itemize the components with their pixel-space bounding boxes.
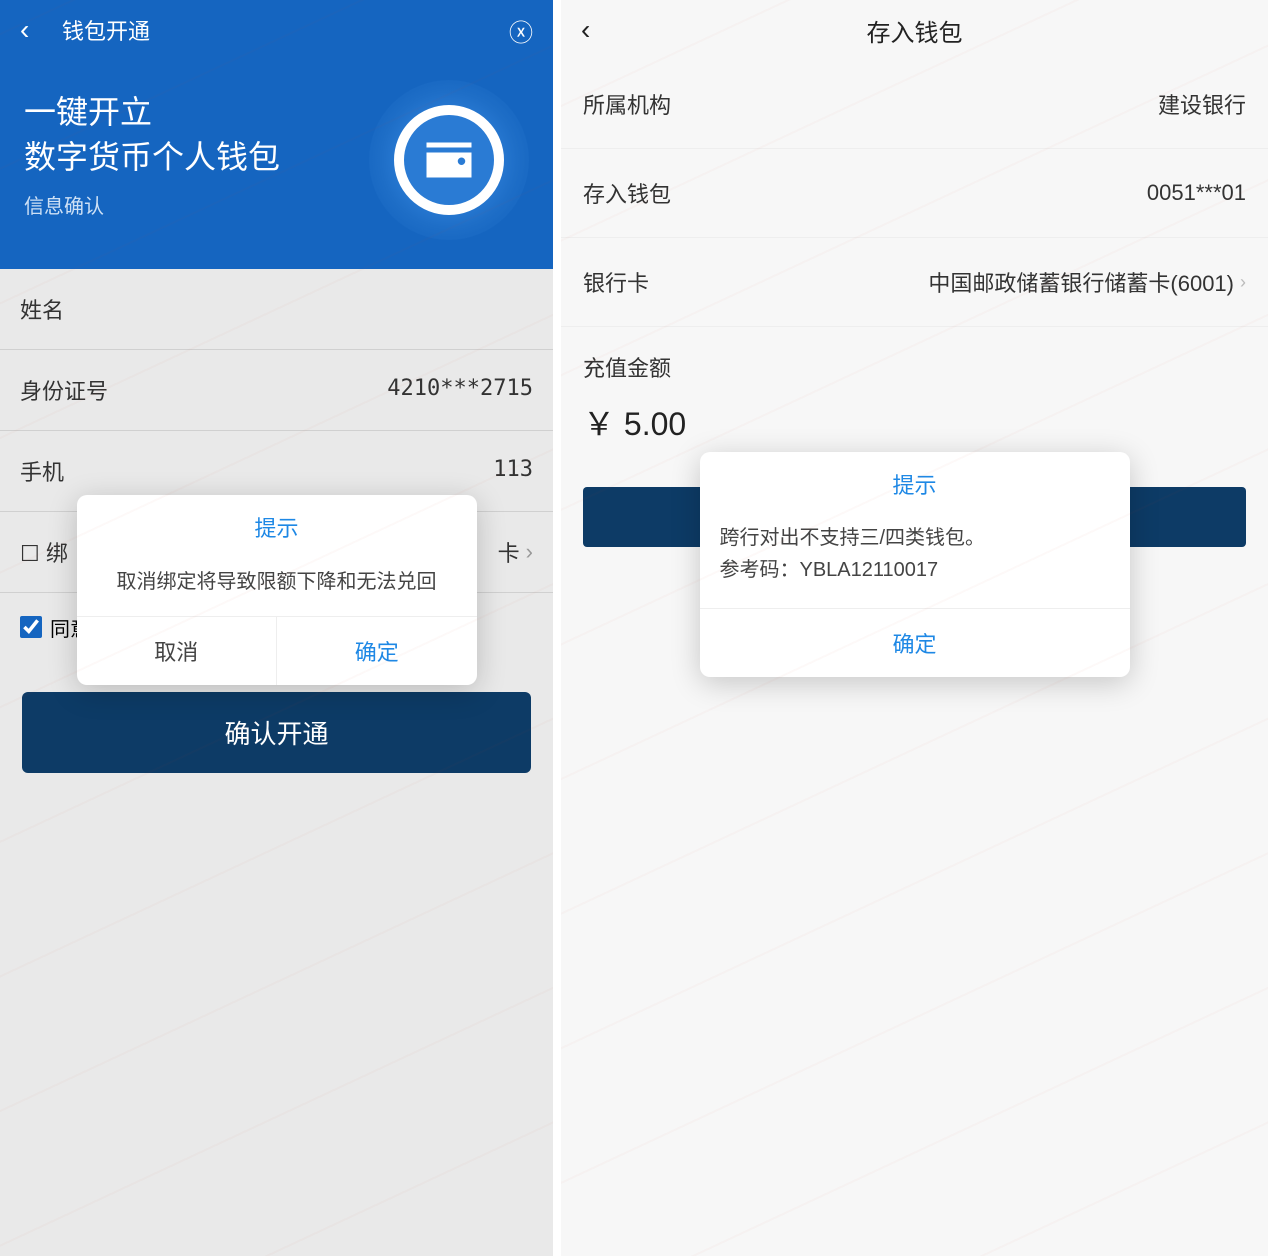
bind-checkbox[interactable]: ☐ 绑 [20,536,68,568]
org-value: 建设银行 [671,88,1246,120]
modal-actions: 取消 确定 [77,616,477,685]
back-icon[interactable]: ‹ [20,14,44,46]
left-modal: 提示 取消绑定将导致限额下降和无法兑回 取消 确定 [77,495,477,685]
modal-body: 跨行对出不支持三/四类钱包。 参考码：YBLA12110017 [700,512,1130,608]
row-wallet[interactable]: 存入钱包 0051***01 [561,149,1268,238]
modal-title: 提示 [77,495,477,555]
wallet-value: 0051***01 [671,180,1246,206]
modal-body-line1: 跨行对出不支持三/四类钱包。 [720,522,1110,554]
screen-deposit: ‹ 存入钱包 所属机构 建设银行 存入钱包 0051***01 银行卡 中国邮政… [561,0,1268,1256]
close-icon[interactable]: ⓧ [509,13,533,48]
modal-title: 提示 [700,452,1130,512]
wallet-label: 存入钱包 [583,177,671,209]
name-label: 姓名 [20,293,64,325]
phone-label: 手机 [20,455,64,487]
phone-value: 113 [64,457,533,485]
chevron-right-icon: › [526,539,533,565]
card-label: 银行卡 [583,266,649,298]
banner: 一键开立 数字货币个人钱包 信息确认 [0,60,553,269]
ok-button[interactable]: 确定 [276,617,477,685]
page-title: 钱包开通 [62,14,509,46]
agree-checkbox[interactable] [20,616,42,638]
modal-actions: 确定 [700,608,1130,677]
screen-wallet-open: ‹ 钱包开通 ⓧ 一键开立 数字货币个人钱包 信息确认 姓名 身份证号 4210… [0,0,553,1256]
right-header: ‹ 存入钱包 [561,0,1268,60]
confirm-open-button[interactable]: 确认开通 [22,692,531,773]
row-card[interactable]: 银行卡 中国邮政储蓄银行储蓄卡(6001) › [561,238,1268,327]
page-title: 存入钱包 [623,13,1206,48]
id-label: 身份证号 [20,374,108,406]
org-label: 所属机构 [583,88,671,120]
left-header: ‹ 钱包开通 ⓧ [0,0,553,60]
right-modal: 提示 跨行对出不支持三/四类钱包。 参考码：YBLA12110017 确定 [700,452,1130,677]
row-id[interactable]: 身份证号 4210***2715 [0,350,553,431]
chevron-right-icon: › [1240,272,1246,293]
row-name[interactable]: 姓名 [0,269,553,350]
back-icon[interactable]: ‹ [581,14,605,46]
modal-body: 取消绑定将导致限额下降和无法兑回 [77,555,477,616]
cancel-button[interactable]: 取消 [77,617,277,685]
wallet-icon [369,80,529,240]
ok-button[interactable]: 确定 [700,609,1130,677]
row-org: 所属机构 建设银行 [561,60,1268,149]
id-value: 4210***2715 [108,376,533,404]
amount-label: 充值金额 [561,327,1268,393]
card-value: 中国邮政储蓄银行储蓄卡(6001) [649,266,1234,298]
modal-body-line2: 参考码：YBLA12110017 [720,554,1110,586]
